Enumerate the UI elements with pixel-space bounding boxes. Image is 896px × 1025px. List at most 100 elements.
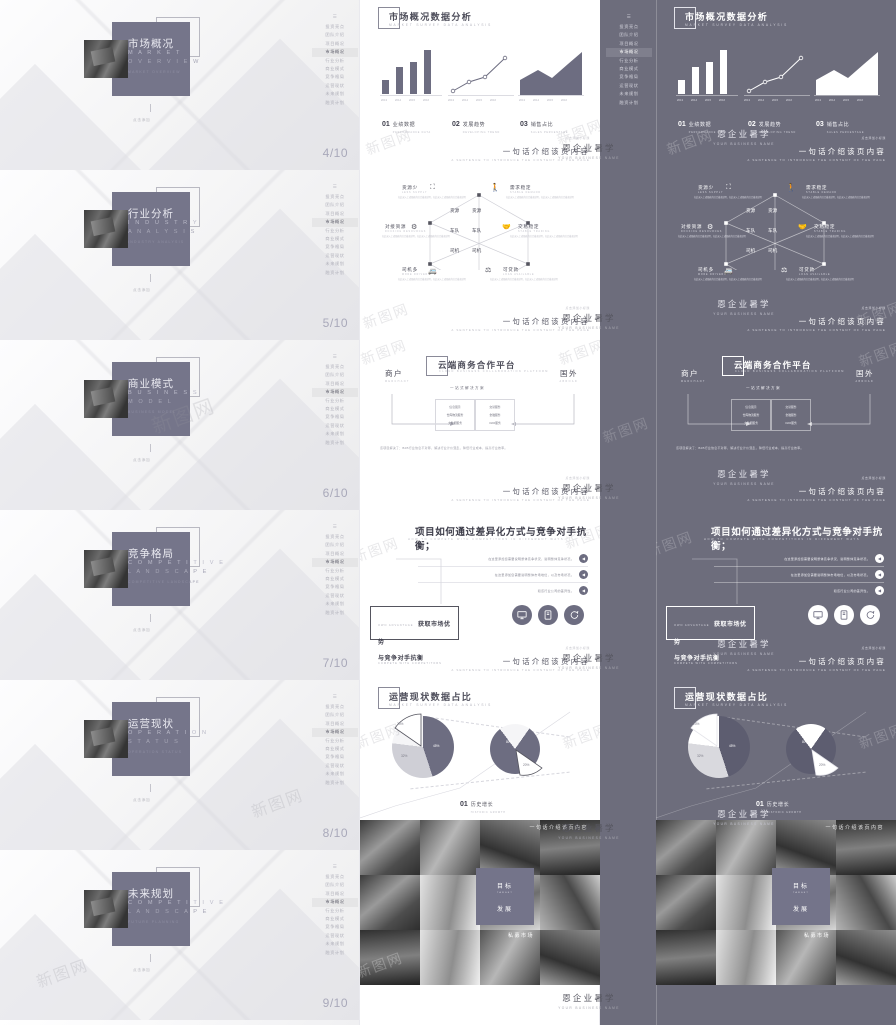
tick: 2013 (743, 98, 751, 102)
navigation-rail[interactable]: ☰ 投资亮点 团队介绍 项目概况 市场概况 行业分析 商业模式 竞争格局 运营现状 未来规划 融资计… (606, 14, 652, 107)
tick: 2015 (842, 98, 850, 102)
cover-photo (84, 720, 128, 758)
chart-caption: 03 销售占比 SALES PERCENTAGE (520, 113, 568, 134)
nav-item-8[interactable]: 未来规划 (312, 90, 358, 98)
cover-slide-partial[interactable] (0, 1020, 360, 1025)
cover-title: 市场概况 (128, 38, 174, 50)
tick: 2014 (690, 98, 698, 102)
nav-item-3[interactable]: 市场概况 (606, 48, 652, 57)
cover-subtitle-2: S T A T U S (128, 739, 180, 745)
chart-caption: 02 发展趋势 DEVELOPING TREND (452, 113, 500, 134)
nav-item-5[interactable]: 商业模式 (312, 65, 358, 73)
cover-tick (150, 784, 151, 792)
menu-icon[interactable]: ☰ (606, 14, 652, 20)
cover-photo (84, 210, 128, 248)
tick: 2014 (461, 98, 469, 102)
nav-item-1[interactable]: 团队介绍 (606, 31, 652, 39)
bar (678, 80, 685, 94)
cover-title: 运营现状 (128, 718, 174, 730)
nav-item-2[interactable]: 项目概况 (606, 40, 652, 48)
caption-number: 03 (520, 121, 528, 128)
nav-item-2[interactable]: 项目概况 (312, 40, 358, 48)
line-chart (450, 55, 508, 94)
cover-caption: 点击添加 (133, 458, 151, 462)
cover-subtitle-1: I N D U S T R Y (128, 220, 199, 226)
caption-en: SALES PERCENTAGE (530, 131, 569, 134)
nav-item-4[interactable]: 行业分析 (312, 57, 358, 65)
caption-number: 02 (748, 121, 756, 128)
tick: 2015 (771, 98, 779, 102)
caption-en: DEVELOPING TREND (462, 131, 500, 134)
line-axis (448, 95, 514, 96)
slide-title-en: MARKET SURVEY DATA ANALYSIS (389, 23, 493, 27)
tick: 2016 (856, 98, 864, 102)
tick: 2016 (785, 98, 793, 102)
cover-title: 行业分析 (128, 208, 174, 220)
cover-tick (150, 444, 151, 452)
line-ticks: 2013 2014 2015 2016 (446, 98, 498, 102)
cover-subtitle-3: INDUSTRY ANALYSIS (128, 240, 185, 244)
nav-item-6[interactable]: 竞争格局 (312, 73, 358, 81)
nav-item-6[interactable]: 竞争格局 (606, 73, 652, 81)
cover-photo (84, 890, 128, 928)
chart-caption: 01 业绩数据 PERFORMANCE DATA (382, 113, 431, 134)
nav-item-5[interactable]: 商业模式 (606, 65, 652, 73)
brand-en: YOUR BUSINESS NAME (558, 666, 620, 670)
cover-subtitle-2: M O D E L (128, 399, 174, 405)
brand-cn: 恩企业暑学 (562, 823, 616, 833)
tick: 2015 (546, 98, 554, 102)
caption-number: 01 (382, 121, 390, 128)
tick: 2014 (828, 98, 836, 102)
nav-item-4[interactable]: 行业分析 (606, 57, 652, 65)
tick: 2014 (532, 98, 540, 102)
area-axis (518, 95, 584, 96)
brand-en: YOUR BUSINESS NAME (558, 836, 620, 840)
navigation-rail[interactable]: ☰ 投资亮点 团队介绍 项目概况 市场概况 行业分析 商业模式 竞争格局 运营现状 未来规划 融资计… (312, 14, 358, 107)
nav-item-9[interactable]: 融资计划 (312, 99, 358, 107)
cover-subtitle-1: C O M P E T I T I V E (128, 560, 226, 566)
nav-item-7[interactable]: 运营现状 (606, 82, 652, 90)
nav-item-1[interactable]: 团队介绍 (312, 31, 358, 39)
bar-chart (382, 50, 431, 94)
template-preview-page: 市场概况 M A R K E TO V E R V I E W MARKET OVE… (0, 0, 896, 1025)
nav-item-3[interactable]: 市场概况 (312, 48, 358, 57)
cover-subtitle-3: BUSINESS MODEL (128, 410, 177, 414)
brand-en: YOUR BUSINESS NAME (558, 496, 620, 500)
bar (720, 50, 727, 94)
cover-caption: 点击添加 (133, 118, 151, 122)
area-ticks: 2013 2014 2015 2016 (517, 98, 569, 102)
cover-title: 竞争格局 (128, 548, 174, 560)
cover-subtitle-2: O V E R V I E W (128, 59, 201, 65)
cover-photo (84, 380, 128, 418)
cover-title: 未来规划 (128, 888, 174, 900)
bar (382, 80, 389, 94)
cover-subtitle-1: C O M P E T I T I V E (128, 900, 226, 906)
brand-en: YOUR BUSINESS NAME (558, 1006, 620, 1010)
cover-subtitle-2: A N A L Y S I S (128, 229, 197, 235)
caption-cn: 发展趋势 (462, 122, 486, 128)
bar-axis (676, 95, 738, 96)
caption-number: 02 (452, 121, 460, 128)
nav-item-8[interactable]: 未来规划 (606, 90, 652, 98)
cover-subtitle-2: L A N D S C A P E (128, 569, 209, 575)
tick: 2013 (676, 98, 684, 102)
bar-axis (380, 95, 442, 96)
bar (410, 62, 417, 94)
tick: 2013 (518, 98, 526, 102)
brand-cn: 恩企业暑学 (562, 483, 616, 493)
cover-title: 商业模式 (128, 378, 174, 390)
bar (706, 62, 713, 94)
nav-item-9[interactable]: 融资计划 (606, 99, 652, 107)
cover-subtitle-2: L A N D S C A P E (128, 909, 209, 915)
nav-item-7[interactable]: 运营现状 (312, 82, 358, 90)
cover-subtitle-1: O P E R A T I O N (128, 730, 209, 736)
brand-cn: 恩企业暑学 (562, 653, 616, 663)
cover-subtitle-3: MARKET OVERVIEW (128, 70, 181, 74)
cover-subtitle-3: FUTURE PLANNING (128, 920, 180, 924)
cover-caption: 点击添加 (133, 288, 151, 292)
menu-icon[interactable]: ☰ (312, 14, 358, 20)
nav-item-0[interactable]: 投资亮点 (606, 23, 652, 31)
nav-item-0[interactable]: 投资亮点 (312, 23, 358, 31)
caption-cn: 销售占比 (530, 122, 554, 128)
area-chart (520, 52, 582, 95)
